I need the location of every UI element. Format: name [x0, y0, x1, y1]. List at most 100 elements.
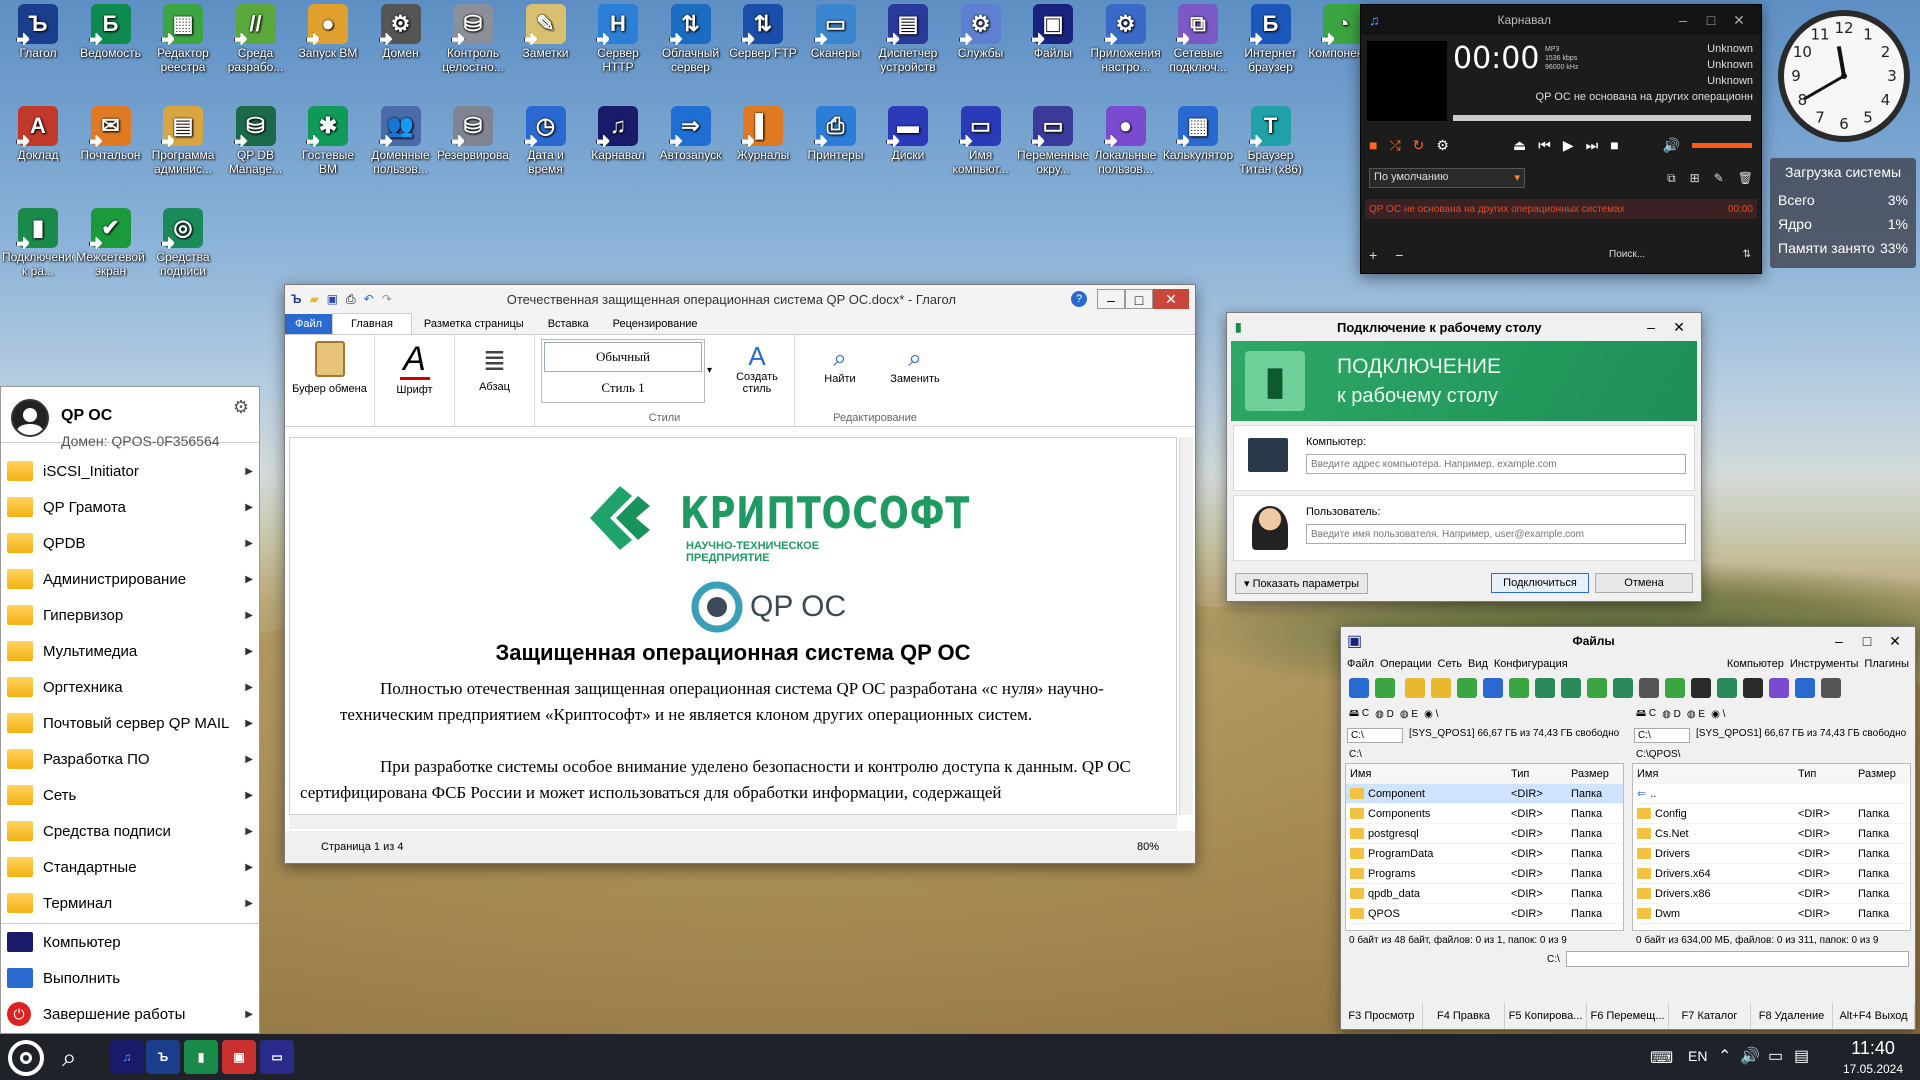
toolbar-tool-icon[interactable] [1587, 678, 1607, 698]
table-row[interactable]: Config <DIR> Папка [1633, 804, 1910, 824]
menu-operations[interactable]: Операции [1380, 658, 1431, 670]
toolbar-tool-icon[interactable] [1405, 678, 1425, 698]
toolbar-tool-icon[interactable] [1769, 678, 1789, 698]
desktop-icon-1[interactable]: Б Ведомость [75, 4, 147, 60]
menu-config[interactable]: Конфигурация [1494, 658, 1568, 670]
find-button[interactable]: ⌕ Найти [815, 345, 865, 385]
clock-time[interactable]: 11:40 [1830, 1038, 1916, 1059]
toolbar-tool-icon[interactable] [1561, 678, 1581, 698]
fkey-button[interactable]: F6 Перемещ... [1587, 1003, 1669, 1029]
toolbar-tool-icon[interactable] [1431, 678, 1451, 698]
paragraph-button[interactable]: ≣ Абзац [455, 335, 535, 426]
desktop-icon-34[interactable]: ● Локальные пользов... [1090, 106, 1162, 176]
toolbar-tool-icon[interactable] [1795, 678, 1815, 698]
minimize-button[interactable]: – [1097, 289, 1125, 309]
styles-more-button[interactable]: ▾ [707, 365, 712, 376]
left-path[interactable]: C:\ [1341, 749, 1628, 760]
style-normal[interactable]: Обычный [544, 342, 702, 372]
help-icon[interactable]: ? [1071, 291, 1087, 307]
clipboard-button[interactable]: Буфер обмена [285, 335, 375, 426]
taskbar-glagol[interactable]: Ъ [146, 1040, 180, 1074]
desktop-icon-16[interactable]: ⧉ Сетевые подключ... [1162, 4, 1234, 74]
next-icon[interactable]: ⏭ [1586, 137, 1599, 154]
desktop-icon-3[interactable]: //Среда разрабо... [220, 4, 292, 74]
table-row[interactable]: Cs.Net <DIR> Папка [1633, 824, 1910, 844]
col-type[interactable]: Тип [1507, 768, 1567, 780]
toolbar-tool-icon[interactable] [1821, 678, 1841, 698]
replace-button[interactable]: ⌕ Заменить [885, 345, 945, 385]
trash-icon[interactable]: 🗑 [1738, 171, 1753, 185]
table-row[interactable]: Drivers.x86 <DIR> Папка [1633, 884, 1910, 904]
desktop-icon-25[interactable]: ⛁ Резервирование [437, 106, 509, 162]
table-row[interactable]: Component <DIR> Папка [1346, 784, 1623, 804]
font-button[interactable]: A Шрифт [375, 335, 455, 426]
desktop-icon-6[interactable]: ⛁ Контроль целостно... [437, 4, 509, 74]
desktop-icon-32[interactable]: ▭ Имя компьют... [945, 106, 1017, 176]
start-menu-item[interactable]: Оргтехника ▶ [1, 669, 259, 705]
table-row[interactable]: postgresql <DIR> Папка [1346, 824, 1623, 844]
preset-select[interactable]: По умолчанию ▾ [1369, 168, 1525, 188]
cancel-button[interactable]: Отмена [1595, 573, 1693, 593]
eject-icon[interactable]: ⏏ [1513, 137, 1526, 154]
desktop-icon-15[interactable]: ⚙ Приложения настро... [1090, 4, 1162, 74]
minimize-button[interactable]: – [1669, 10, 1697, 30]
desktop-icon-22[interactable]: ⛁ QP DB Manage... [220, 106, 292, 176]
table-row[interactable]: Programs <DIR> Папка [1346, 864, 1623, 884]
tab-review[interactable]: Рецензирование [601, 314, 710, 334]
start-menu-item[interactable]: iSCSI_Initiator ▶ [1, 453, 259, 489]
desktop-icon-30[interactable]: ⎙ Принтеры [800, 106, 872, 162]
menu-view[interactable]: Вид [1468, 658, 1488, 670]
col-size[interactable]: Размер [1567, 768, 1623, 780]
settings-icon[interactable]: ⚙ [1436, 137, 1449, 154]
network-icon[interactable]: ▭ [1768, 1046, 1783, 1066]
start-computer[interactable]: Компьютер [1, 924, 259, 960]
menu-plugins[interactable]: Плагины [1864, 658, 1909, 670]
toolbar-tool-icon[interactable] [1349, 678, 1369, 698]
desktop-icon-9[interactable]: ⇅ Облачный сервер [655, 4, 727, 74]
fkey-button[interactable]: F8 Удаление [1751, 1003, 1833, 1029]
copy-icon[interactable]: ⧉ [1667, 171, 1676, 186]
styles-gallery[interactable]: Обычный Стиль 1 [541, 339, 705, 403]
fkey-button[interactable]: F5 Копирова... [1505, 1003, 1587, 1029]
tab-layout[interactable]: Разметка страницы [412, 314, 536, 334]
start-run[interactable]: Выполнить [1, 960, 259, 996]
fkey-button[interactable]: F3 Просмотр [1341, 1003, 1423, 1029]
seek-bar[interactable] [1453, 115, 1751, 121]
desktop-icon-33[interactable]: ▭ Переменные окру... [1017, 106, 1089, 176]
start-button[interactable] [8, 1040, 44, 1076]
fkey-button[interactable]: F4 Правка [1423, 1003, 1505, 1029]
edit-icon[interactable]: ✎ [1714, 171, 1724, 185]
playlist-remove-button[interactable]: − [1395, 247, 1403, 263]
desktop-icon-5[interactable]: ⚙ Домен [365, 4, 437, 60]
toolbar-tool-icon[interactable] [1639, 678, 1659, 698]
document-area[interactable]: КРИПТОСОФТ НАУЧНО-ТЕХНИЧЕСКОЕ ПРЕДПРИЯТИ… [289, 437, 1177, 815]
desktop-icon-35[interactable]: ▦ Калькулятор [1162, 106, 1234, 162]
desktop-icon-29[interactable]: ▌ Журналы [727, 106, 799, 162]
close-button[interactable]: ✕ [1881, 631, 1909, 651]
tab-file[interactable]: Файл [285, 314, 333, 334]
start-menu-item[interactable]: Мультимедиа ▶ [1, 633, 259, 669]
notifications-icon[interactable]: ▤ [1794, 1046, 1809, 1066]
command-line[interactable] [1565, 951, 1909, 967]
col-name[interactable]: Имя [1346, 768, 1507, 780]
print-icon[interactable]: ⎙ [346, 292, 356, 307]
maximize-button[interactable]: □ [1125, 289, 1153, 309]
left-file-panel[interactable]: Имя Тип Размер Component <DIR> Папка Component… [1345, 763, 1624, 931]
start-menu-item[interactable]: Средства подписи ▶ [1, 813, 259, 849]
toolbar-tool-icon[interactable] [1743, 678, 1763, 698]
minimize-button[interactable]: – [1825, 631, 1853, 651]
create-style-button[interactable]: A Создать стиль [725, 341, 789, 395]
close-button[interactable]: ✕ [1665, 317, 1693, 337]
network-icon[interactable]: ◉ \ [1711, 709, 1725, 720]
table-row[interactable]: QPOS <DIR> Папка [1346, 904, 1623, 924]
right-file-panel[interactable]: Имя Тип Размер ⇐.. Config <DIR> Папка Cs.Net <DI… [1632, 763, 1911, 931]
toolbar-tool-icon[interactable] [1457, 678, 1477, 698]
start-menu-item[interactable]: QP Грамота ▶ [1, 489, 259, 525]
show-params-button[interactable]: ▾ Показать параметры [1235, 572, 1369, 594]
horizontal-scrollbar[interactable] [289, 815, 1177, 829]
volume-icon[interactable]: 🔊 [1740, 1046, 1760, 1066]
fkey-button[interactable]: Alt+F4 Выход [1833, 1003, 1915, 1029]
toolbar-tool-icon[interactable] [1509, 678, 1529, 698]
zoom-level[interactable]: 80% [1137, 841, 1159, 853]
playlist-add-button[interactable]: + [1369, 247, 1377, 263]
